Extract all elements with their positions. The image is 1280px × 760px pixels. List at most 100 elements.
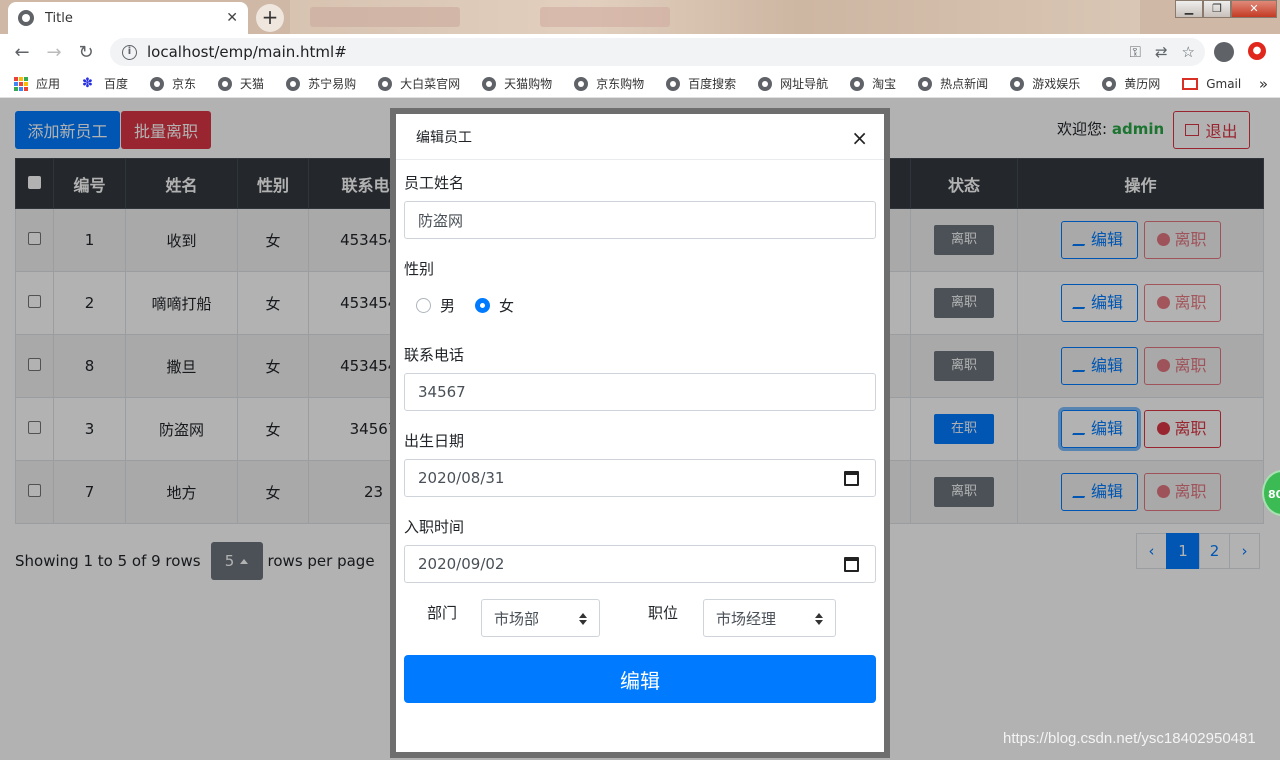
window-controls: ▁ ❐ ✕ bbox=[1175, 0, 1277, 20]
globe-icon bbox=[18, 10, 34, 26]
bookmark-item[interactable]: 游戏娱乐 bbox=[1010, 75, 1080, 92]
bookmark-item[interactable]: 京东购物 bbox=[574, 75, 644, 92]
globe-icon bbox=[850, 76, 865, 91]
tab-title: Title bbox=[45, 10, 73, 26]
globe-icon bbox=[482, 76, 497, 91]
browser-tab-strip: Title ✕ + ▁ ❐ ✕ bbox=[0, 0, 1280, 34]
gender-male-label[interactable]: 男 bbox=[440, 295, 455, 316]
bookmark-label: 京东 bbox=[172, 77, 197, 91]
bookmark-label: 热点新闻 bbox=[940, 77, 989, 91]
name-label: 员工姓名 bbox=[404, 174, 465, 192]
bookmark-item[interactable]: 黄历网 bbox=[1102, 75, 1160, 92]
globe-icon bbox=[666, 76, 681, 91]
bookmark-item[interactable]: 百度搜索 bbox=[666, 75, 736, 92]
hire-date-label: 入职时间 bbox=[404, 518, 465, 536]
gender-radio-group: 男 女 bbox=[416, 295, 514, 316]
name-input[interactable]: 防盗网 bbox=[404, 201, 876, 239]
phone-input[interactable]: 34567 bbox=[404, 373, 876, 411]
department-select[interactable]: 市场部 bbox=[481, 599, 600, 637]
bookmark-apps[interactable]: 应用 bbox=[14, 75, 60, 92]
bookmark-item[interactable]: 苏宁易购 bbox=[286, 75, 356, 92]
bookmark-label: 天猫购物 bbox=[504, 77, 553, 91]
bookmark-gmail[interactable]: Gmail bbox=[1182, 77, 1241, 91]
maximize-button[interactable]: ❐ bbox=[1203, 0, 1231, 18]
bookmarks-overflow-icon[interactable]: » bbox=[1259, 75, 1268, 93]
browser-tab-active[interactable]: Title ✕ bbox=[8, 2, 248, 34]
globe-icon bbox=[1010, 76, 1025, 91]
gmail-icon bbox=[1182, 77, 1199, 90]
bookmark-label: 京东购物 bbox=[596, 77, 645, 91]
baidu-paw-icon: ✽ bbox=[82, 75, 93, 91]
blurred-background-tabs bbox=[290, 0, 1140, 34]
key-icon[interactable]: ⚿ bbox=[1130, 43, 1141, 61]
extension-icon[interactable]: ● bbox=[1248, 42, 1266, 60]
gender-female-label[interactable]: 女 bbox=[499, 295, 514, 316]
gender-female-radio[interactable] bbox=[475, 298, 491, 313]
forward-arrow-icon[interactable]: → bbox=[38, 36, 70, 68]
url-text[interactable]: localhost/emp/main.html# bbox=[147, 43, 1130, 61]
minimize-button[interactable]: ▁ bbox=[1175, 0, 1203, 18]
back-arrow-icon[interactable]: ← bbox=[6, 36, 38, 68]
globe-icon bbox=[150, 76, 165, 91]
edit-employee-modal: 编辑员工 × 员工姓名 防盗网 性别 男 女 联系电话 34567 出生日期 2… bbox=[390, 108, 890, 758]
csdn-watermark: https://blog.csdn.net/ysc18402950481 bbox=[1003, 730, 1256, 747]
globe-icon bbox=[758, 76, 773, 91]
apps-grid-icon bbox=[14, 76, 28, 91]
bookmark-item[interactable]: 热点新闻 bbox=[918, 75, 988, 92]
bookmark-label: 游戏娱乐 bbox=[1032, 77, 1081, 91]
bookmark-item[interactable]: 网址导航 bbox=[758, 75, 828, 92]
bookmark-label: 百度 bbox=[104, 77, 129, 91]
globe-icon bbox=[378, 76, 393, 91]
omnibox[interactable]: i localhost/emp/main.html# ⚿ ⇄ ☆ bbox=[110, 38, 1205, 66]
account-avatar-icon[interactable] bbox=[1214, 42, 1234, 62]
position-select[interactable]: 市场经理 bbox=[703, 599, 836, 637]
calendar-icon[interactable] bbox=[844, 471, 859, 486]
globe-icon bbox=[574, 76, 589, 91]
address-bar: ← → ↻ i localhost/emp/main.html# ⚿ ⇄ ☆ ● bbox=[0, 34, 1280, 70]
position-label: 职位 bbox=[648, 604, 679, 622]
bookmark-item[interactable]: 京东 bbox=[150, 75, 196, 92]
gender-label: 性别 bbox=[404, 260, 435, 278]
star-icon[interactable]: ☆ bbox=[1182, 43, 1195, 61]
globe-icon bbox=[1102, 76, 1117, 91]
bookmark-label: 大白菜官网 bbox=[400, 77, 461, 91]
hire-date-input[interactable]: 2020/09/02 bbox=[404, 545, 876, 583]
bookmark-item[interactable]: 大白菜官网 bbox=[378, 75, 460, 92]
bookmark-item[interactable]: 天猫购物 bbox=[482, 75, 552, 92]
tab-close-icon[interactable]: ✕ bbox=[226, 10, 238, 26]
new-tab-button[interactable]: + bbox=[256, 4, 284, 32]
blurred-tab bbox=[310, 7, 460, 27]
bookmark-label: 网址导航 bbox=[780, 77, 829, 91]
bookmark-item[interactable]: 天猫 bbox=[218, 75, 264, 92]
modal-title: 编辑员工 bbox=[416, 129, 472, 146]
bookmarks-bar: 应用 ✽ 百度 京东 天猫 苏宁易购 大白菜官网 天猫购物 京东购物 百度搜索 … bbox=[0, 70, 1280, 98]
window-close-button[interactable]: ✕ bbox=[1231, 0, 1277, 18]
close-icon[interactable]: × bbox=[851, 126, 868, 150]
translate-icon[interactable]: ⇄ bbox=[1155, 43, 1168, 61]
bookmark-label: Gmail bbox=[1206, 76, 1242, 91]
department-value: 市场部 bbox=[494, 609, 540, 628]
bookmark-label: 应用 bbox=[36, 77, 61, 91]
birth-date-input[interactable]: 2020/08/31 bbox=[404, 459, 876, 497]
position-value: 市场经理 bbox=[716, 609, 777, 628]
bookmark-item[interactable]: 淘宝 bbox=[850, 75, 896, 92]
bookmark-baidu[interactable]: ✽ 百度 bbox=[82, 75, 128, 92]
select-arrows-icon bbox=[579, 613, 587, 625]
submit-edit-button[interactable]: 编辑 bbox=[404, 655, 876, 703]
modal-header: 编辑员工 bbox=[396, 114, 884, 160]
bookmark-label: 百度搜索 bbox=[688, 77, 737, 91]
blurred-tab bbox=[540, 7, 670, 27]
bookmark-label: 黄历网 bbox=[1124, 77, 1161, 91]
gender-male-radio[interactable] bbox=[416, 298, 431, 313]
reload-icon[interactable]: ↻ bbox=[70, 36, 102, 68]
globe-icon bbox=[218, 76, 233, 91]
bookmark-label: 苏宁易购 bbox=[308, 77, 357, 91]
info-icon[interactable]: i bbox=[122, 44, 137, 60]
department-label: 部门 bbox=[427, 604, 458, 622]
birth-date-label: 出生日期 bbox=[404, 432, 465, 450]
calendar-icon[interactable] bbox=[844, 557, 859, 572]
globe-icon bbox=[286, 76, 301, 91]
bookmark-label: 天猫 bbox=[240, 77, 265, 91]
phone-label: 联系电话 bbox=[404, 346, 465, 364]
birth-date-value: 2020/08/31 bbox=[418, 469, 505, 487]
